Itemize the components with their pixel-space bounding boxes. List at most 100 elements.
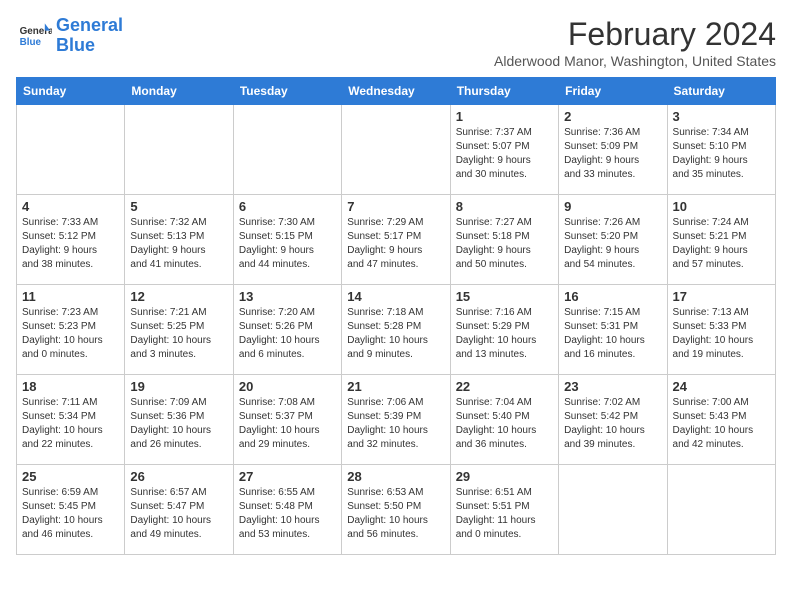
day-number: 19 — [130, 379, 227, 394]
day-info: Sunrise: 7:18 AM Sunset: 5:28 PM Dayligh… — [347, 306, 444, 362]
calendar-cell: 5Sunrise: 7:32 AM Sunset: 5:13 PM Daylig… — [125, 195, 233, 285]
day-number: 25 — [22, 469, 119, 484]
calendar-cell: 10 Sunrise: 7:24 AM Sunset: 5:21 PM Dayli… — [667, 195, 775, 285]
day-info: Sunrise: 7:02 AM Sunset: 5:42 PM Dayligh… — [564, 396, 661, 452]
day-info: Sunrise: 7:13 AM Sunset: 5:33 PM Dayligh… — [673, 306, 770, 362]
svg-text:Blue: Blue — [20, 37, 42, 48]
calendar-cell: 28 Sunrise: 6:53 AM Sunset: 5:50 PM Dayli… — [342, 465, 450, 555]
weekday-header-tuesday: Tuesday — [233, 78, 341, 105]
day-info: Sunrise: 6:57 AM Sunset: 5:47 PM Dayligh… — [130, 486, 227, 542]
day-number: 8 — [456, 199, 553, 214]
day-info: Sunrise: 7:36 AM Sunset: 5:09 PM Dayligh… — [564, 126, 661, 182]
day-info: Sunrise: 6:59 AM Sunset: 5:45 PM Dayligh… — [22, 486, 119, 542]
day-info: Sunrise: 7:06 AM Sunset: 5:39 PM Dayligh… — [347, 396, 444, 452]
calendar-cell — [17, 105, 125, 195]
day-number: 10 — [673, 199, 770, 214]
calendar-cell: 9 Sunrise: 7:26 AM Sunset: 5:20 PM Daylig… — [559, 195, 667, 285]
weekday-header-saturday: Saturday — [667, 78, 775, 105]
calendar-week-row: 18Sunrise: 7:11 AM Sunset: 5:34 PM Dayli… — [17, 375, 776, 465]
calendar-cell: 2 Sunrise: 7:36 AM Sunset: 5:09 PM Daylig… — [559, 105, 667, 195]
day-info: Sunrise: 7:29 AM Sunset: 5:17 PM Dayligh… — [347, 216, 444, 272]
day-number: 29 — [456, 469, 553, 484]
calendar-cell: 8Sunrise: 7:27 AM Sunset: 5:18 PM Daylig… — [450, 195, 558, 285]
calendar-cell: 3Sunrise: 7:34 AM Sunset: 5:10 PM Daylig… — [667, 105, 775, 195]
day-info: Sunrise: 7:23 AM Sunset: 5:23 PM Dayligh… — [22, 306, 119, 362]
day-info: Sunrise: 7:21 AM Sunset: 5:25 PM Dayligh… — [130, 306, 227, 362]
calendar-cell: 11 Sunrise: 7:23 AM Sunset: 5:23 PM Dayli… — [17, 285, 125, 375]
day-number: 11 — [22, 289, 119, 304]
day-info: Sunrise: 7:34 AM Sunset: 5:10 PM Dayligh… — [673, 126, 770, 182]
logo: General Blue General Blue — [16, 16, 123, 56]
calendar-cell — [342, 105, 450, 195]
calendar-cell: 24Sunrise: 7:00 AM Sunset: 5:43 PM Dayli… — [667, 375, 775, 465]
day-number: 16 — [564, 289, 661, 304]
calendar-cell: 15 Sunrise: 7:16 AM Sunset: 5:29 PM Dayli… — [450, 285, 558, 375]
day-number: 4 — [22, 199, 119, 214]
day-info: Sunrise: 6:55 AM Sunset: 5:48 PM Dayligh… — [239, 486, 336, 542]
calendar-cell: 16 Sunrise: 7:15 AM Sunset: 5:31 PM Dayli… — [559, 285, 667, 375]
day-number: 27 — [239, 469, 336, 484]
calendar-week-row: 25 Sunrise: 6:59 AM Sunset: 5:45 PM Dayli… — [17, 465, 776, 555]
weekday-header-friday: Friday — [559, 78, 667, 105]
calendar-cell: 21Sunrise: 7:06 AM Sunset: 5:39 PM Dayli… — [342, 375, 450, 465]
calendar-cell: 27 Sunrise: 6:55 AM Sunset: 5:48 PM Dayli… — [233, 465, 341, 555]
calendar-cell: 4 Sunrise: 7:33 AM Sunset: 5:12 PM Daylig… — [17, 195, 125, 285]
calendar-cell: 20 Sunrise: 7:08 AM Sunset: 5:37 PM Dayli… — [233, 375, 341, 465]
calendar-cell: 14 Sunrise: 7:18 AM Sunset: 5:28 PM Dayli… — [342, 285, 450, 375]
weekday-header-sunday: Sunday — [17, 78, 125, 105]
day-info: Sunrise: 7:15 AM Sunset: 5:31 PM Dayligh… — [564, 306, 661, 362]
day-number: 17 — [673, 289, 770, 304]
day-info: Sunrise: 7:32 AM Sunset: 5:13 PM Dayligh… — [130, 216, 227, 272]
calendar-cell: 29Sunrise: 6:51 AM Sunset: 5:51 PM Dayli… — [450, 465, 558, 555]
calendar-week-row: 1 Sunrise: 7:37 AM Sunset: 5:07 PM Daylig… — [17, 105, 776, 195]
calendar-cell: 26 Sunrise: 6:57 AM Sunset: 5:47 PM Dayli… — [125, 465, 233, 555]
calendar-cell: 25 Sunrise: 6:59 AM Sunset: 5:45 PM Dayli… — [17, 465, 125, 555]
calendar-cell: 19 Sunrise: 7:09 AM Sunset: 5:36 PM Dayli… — [125, 375, 233, 465]
day-number: 28 — [347, 469, 444, 484]
day-number: 1 — [456, 109, 553, 124]
calendar-cell: 7 Sunrise: 7:29 AM Sunset: 5:17 PM Daylig… — [342, 195, 450, 285]
calendar-cell: 1 Sunrise: 7:37 AM Sunset: 5:07 PM Daylig… — [450, 105, 558, 195]
calendar-cell: 18Sunrise: 7:11 AM Sunset: 5:34 PM Dayli… — [17, 375, 125, 465]
calendar-cell — [667, 465, 775, 555]
day-info: Sunrise: 7:24 AM Sunset: 5:21 PM Dayligh… — [673, 216, 770, 272]
day-number: 24 — [673, 379, 770, 394]
weekday-header-thursday: Thursday — [450, 78, 558, 105]
calendar-cell: 22Sunrise: 7:04 AM Sunset: 5:40 PM Dayli… — [450, 375, 558, 465]
calendar-cell: 12Sunrise: 7:21 AM Sunset: 5:25 PM Dayli… — [125, 285, 233, 375]
day-info: Sunrise: 7:20 AM Sunset: 5:26 PM Dayligh… — [239, 306, 336, 362]
calendar-cell: 23 Sunrise: 7:02 AM Sunset: 5:42 PM Dayli… — [559, 375, 667, 465]
day-info: Sunrise: 7:09 AM Sunset: 5:36 PM Dayligh… — [130, 396, 227, 452]
day-number: 20 — [239, 379, 336, 394]
day-number: 9 — [564, 199, 661, 214]
calendar-week-row: 4 Sunrise: 7:33 AM Sunset: 5:12 PM Daylig… — [17, 195, 776, 285]
day-number: 14 — [347, 289, 444, 304]
day-info: Sunrise: 7:11 AM Sunset: 5:34 PM Dayligh… — [22, 396, 119, 452]
logo-general: General — [56, 15, 123, 35]
day-number: 13 — [239, 289, 336, 304]
day-info: Sunrise: 7:37 AM Sunset: 5:07 PM Dayligh… — [456, 126, 553, 182]
calendar-cell: 13 Sunrise: 7:20 AM Sunset: 5:26 PM Dayli… — [233, 285, 341, 375]
day-info: Sunrise: 7:30 AM Sunset: 5:15 PM Dayligh… — [239, 216, 336, 272]
calendar-week-row: 11 Sunrise: 7:23 AM Sunset: 5:23 PM Dayli… — [17, 285, 776, 375]
day-number: 2 — [564, 109, 661, 124]
calendar-cell — [559, 465, 667, 555]
day-number: 26 — [130, 469, 227, 484]
weekday-header-row: SundayMondayTuesdayWednesdayThursdayFrid… — [17, 78, 776, 105]
day-info: Sunrise: 7:33 AM Sunset: 5:12 PM Dayligh… — [22, 216, 119, 272]
day-info: Sunrise: 7:26 AM Sunset: 5:20 PM Dayligh… — [564, 216, 661, 272]
day-number: 15 — [456, 289, 553, 304]
day-info: Sunrise: 7:08 AM Sunset: 5:37 PM Dayligh… — [239, 396, 336, 452]
logo-blue: Blue — [56, 35, 95, 55]
calendar-cell — [125, 105, 233, 195]
header: General Blue General Blue February 2024 … — [16, 16, 776, 69]
day-number: 22 — [456, 379, 553, 394]
day-info: Sunrise: 6:53 AM Sunset: 5:50 PM Dayligh… — [347, 486, 444, 542]
logo-icon: General Blue — [16, 18, 52, 54]
weekday-header-wednesday: Wednesday — [342, 78, 450, 105]
calendar-cell: 17 Sunrise: 7:13 AM Sunset: 5:33 PM Dayli… — [667, 285, 775, 375]
day-number: 23 — [564, 379, 661, 394]
day-number: 7 — [347, 199, 444, 214]
calendar-cell — [233, 105, 341, 195]
day-info: Sunrise: 7:16 AM Sunset: 5:29 PM Dayligh… — [456, 306, 553, 362]
